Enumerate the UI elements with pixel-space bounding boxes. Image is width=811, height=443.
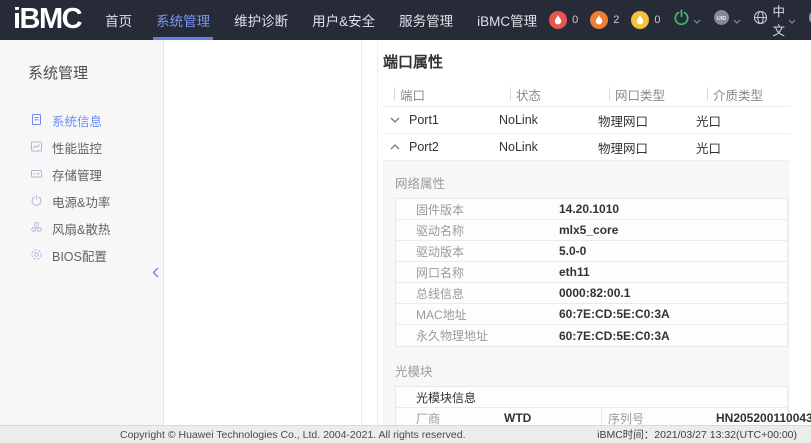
main-content: 端口属性 端口 状态 网口类型 介质类型 Port1 NoLink 物理网口 光… [378, 40, 811, 425]
port-media: 光口 [696, 111, 790, 130]
power-icon [30, 194, 43, 210]
nav-item-system-management[interactable]: 系统管理 [144, 0, 222, 40]
language-dropdown[interactable]: 中文 [753, 1, 797, 39]
network-properties-table: 固件版本 14.20.1010 驱动名称 mlx5_core 驱动版本 5.0-… [395, 198, 788, 347]
serial-value: HN205200110043 [716, 411, 811, 425]
gear-icon [30, 248, 43, 264]
sidebar-item-bios-config[interactable]: BIOS配置 [0, 242, 163, 269]
minor-alarm-button[interactable]: 0 [631, 11, 660, 29]
nav-item-maintenance-diagnostics[interactable]: 维护诊断 [222, 0, 300, 40]
port-name: Port1 [409, 113, 439, 127]
sidebar-item-label: BIOS配置 [52, 246, 107, 265]
sidebar-item-label: 性能监控 [52, 138, 102, 157]
top-navbar: iBMC 首页 系统管理 维护诊断 用户&安全 服务管理 iBMC管理 0 2 … [0, 0, 811, 40]
sidebar-item-label: 系统信息 [52, 111, 102, 130]
port-state: NoLink [499, 113, 598, 127]
table-row: MAC地址 60:7E:CD:5E:C0:3A [396, 304, 787, 325]
port-table-header: 端口 状态 网口类型 介质类型 [383, 82, 790, 107]
table-row: 厂商 WTD 序列号 HN205200110043 [396, 408, 787, 425]
collapse-sidebar-arrow[interactable] [147, 263, 163, 281]
optical-module-title: 光模块 [395, 361, 788, 380]
nav-item-service-management[interactable]: 服务管理 [387, 0, 465, 40]
uid-icon: UID [713, 9, 730, 31]
nav-item-user-security[interactable]: 用户&安全 [300, 0, 387, 40]
vendor-value: WTD [504, 411, 601, 425]
port-name: Port2 [409, 140, 439, 154]
column-header-port: 端口 [383, 85, 499, 104]
sidebar-item-label: 电源&功率 [52, 192, 110, 211]
sidebar-menu: 系统信息 性能监控 存储管理 电源&功率 风扇&散热 [0, 107, 163, 269]
uid-indicator-dropdown[interactable]: UID [713, 9, 741, 31]
critical-alarm-count: 0 [572, 14, 578, 26]
table-row: 永久物理地址 60:7E:CD:5E:C0:3A [396, 325, 787, 346]
chevron-down-icon [788, 11, 796, 29]
sidebar-item-label: 存储管理 [52, 165, 102, 184]
port-state: NoLink [499, 140, 598, 154]
minor-alarm-flame-icon [631, 11, 649, 29]
serial-label: 序列号 [601, 408, 716, 425]
table-row: 驱动名称 mlx5_core [396, 220, 787, 241]
table-row-port1[interactable]: Port1 NoLink 物理网口 光口 [383, 107, 790, 134]
optical-module-info-header: 光模块信息 [396, 387, 787, 408]
power-control-dropdown[interactable] [673, 9, 701, 31]
table-row: 固件版本 14.20.1010 [396, 199, 787, 220]
sidebar-title: 系统管理 [0, 40, 163, 83]
port-type: 物理网口 [598, 138, 696, 157]
svg-text:UID: UID [716, 16, 726, 22]
port-table: 端口 状态 网口类型 介质类型 Port1 NoLink 物理网口 光口 [383, 82, 790, 425]
vendor-label: 厂商 [396, 410, 504, 426]
sidebar-item-label: 风扇&散热 [52, 219, 110, 238]
table-row: 总线信息 0000:82:00.1 [396, 283, 787, 304]
panel-divider [363, 40, 378, 425]
chevron-down-icon [733, 11, 741, 29]
globe-icon [753, 10, 768, 30]
secondary-panel [165, 40, 362, 425]
nav-item-ibmc-management[interactable]: iBMC管理 [465, 0, 549, 40]
sidebar: 系统管理 系统信息 性能监控 存储管理 电源&功率 [0, 40, 164, 425]
document-icon [30, 113, 43, 129]
optical-module-table: 光模块信息 厂商 WTD 序列号 HN205200110043 [395, 386, 788, 425]
table-row: 驱动版本 5.0-0 [396, 241, 787, 262]
sidebar-item-power[interactable]: 电源&功率 [0, 188, 163, 215]
sidebar-item-fans-cooling[interactable]: 风扇&散热 [0, 215, 163, 242]
column-header-state: 状态 [499, 85, 598, 104]
chevron-up-icon[interactable] [390, 144, 400, 150]
table-row-port2[interactable]: Port2 NoLink 物理网口 光口 [383, 134, 790, 161]
fan-icon [30, 221, 43, 237]
power-icon [673, 9, 690, 31]
sidebar-item-performance-monitor[interactable]: 性能监控 [0, 134, 163, 161]
main-nav: 首页 系统管理 维护诊断 用户&安全 服务管理 iBMC管理 [93, 0, 549, 40]
major-alarm-button[interactable]: 2 [590, 11, 619, 29]
sidebar-item-storage-management[interactable]: 存储管理 [0, 161, 163, 188]
port-type: 物理网口 [598, 111, 696, 130]
sidebar-item-system-info[interactable]: 系统信息 [0, 107, 163, 134]
chevron-down-icon[interactable] [390, 117, 400, 123]
line-chart-icon [30, 140, 43, 156]
port-media: 光口 [696, 138, 790, 157]
storage-drive-icon [30, 167, 43, 183]
column-header-port-type: 网口类型 [598, 85, 696, 104]
major-alarm-count: 2 [613, 14, 619, 26]
chevron-down-icon [693, 11, 701, 29]
copyright-text: Copyright © Huawei Technologies Co., Ltd… [120, 429, 466, 441]
optical-module-section: 光模块 光模块信息 厂商 WTD 序列号 HN205200110043 [395, 361, 788, 425]
ibmc-logo[interactable]: iBMC [13, 3, 81, 36]
minor-alarm-count: 0 [654, 14, 660, 26]
network-properties-title: 网络属性 [395, 173, 788, 192]
nav-item-home[interactable]: 首页 [93, 0, 144, 40]
column-header-media-type: 介质类型 [696, 85, 790, 104]
ibmc-time: iBMC时间：2021/03/27 13:32(UTC+00:00) [597, 427, 797, 442]
footer: Copyright © Huawei Technologies Co., Ltd… [0, 425, 811, 443]
page-title: 端口属性 [383, 51, 790, 72]
port2-expanded-details: 网络属性 固件版本 14.20.1010 驱动名称 mlx5_core 驱动版本… [383, 161, 790, 425]
critical-alarm-button[interactable]: 0 [549, 11, 578, 29]
language-label: 中文 [773, 1, 786, 39]
table-row: 网口名称 eth11 [396, 262, 787, 283]
major-alarm-flame-icon [590, 11, 608, 29]
navbar-right-cluster: 0 2 0 UID [549, 1, 811, 39]
critical-alarm-flame-icon [549, 11, 567, 29]
